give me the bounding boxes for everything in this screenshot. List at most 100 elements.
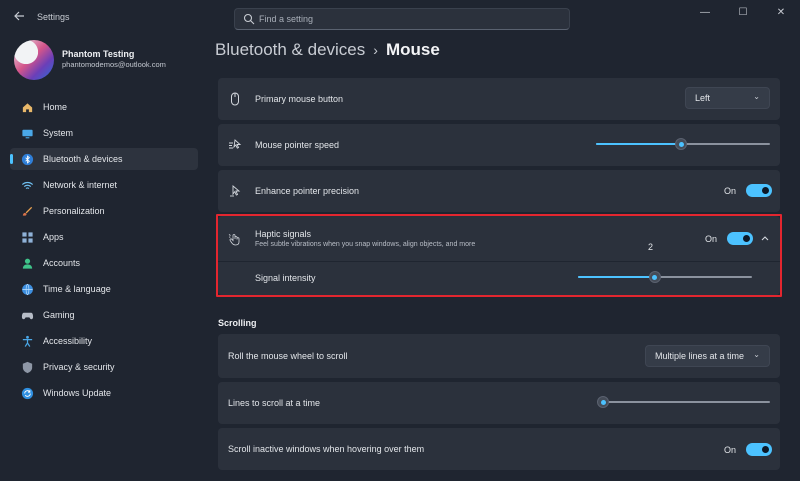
- toggle-knob: [762, 187, 770, 194]
- divider: [218, 261, 780, 262]
- scroll-inactive-toggle-group: On: [724, 443, 773, 456]
- title-bar: Settings — ☐ ✕: [0, 0, 800, 36]
- sidebar-item-label: Home: [43, 102, 68, 112]
- sidebar-item-system[interactable]: System: [10, 122, 198, 144]
- setting-label: Signal intensity: [255, 273, 316, 283]
- search-input[interactable]: [259, 11, 559, 27]
- haptic-toggle[interactable]: [727, 232, 754, 245]
- slider-track: [598, 401, 770, 403]
- sidebar-item-bluetooth[interactable]: Bluetooth & devices: [10, 148, 198, 170]
- sidebar-item-label: Accounts: [43, 258, 81, 268]
- setting-scroll-inactive-windows: Scroll inactive windows when hovering ov…: [218, 428, 780, 470]
- sidebar-item-time-language[interactable]: Time & language: [10, 278, 198, 300]
- sidebar-item-label: Privacy & security: [43, 362, 115, 372]
- roll-wheel-dropdown[interactable]: Multiple lines at a time ⌄: [645, 345, 770, 367]
- sidebar-item-privacy[interactable]: Privacy & security: [10, 356, 198, 378]
- section-title-scrolling: Scrolling: [218, 318, 257, 328]
- back-button[interactable]: [10, 10, 28, 26]
- sidebar-item-label: Windows Update: [43, 388, 112, 398]
- sidebar-item-label: Network & internet: [43, 180, 118, 190]
- sidebar-item-gaming[interactable]: Gaming: [10, 304, 198, 326]
- setting-label: Roll the mouse wheel to scroll: [228, 351, 348, 361]
- time-language-icon: [20, 282, 34, 296]
- sidebar-item-windows-update[interactable]: Windows Update: [10, 382, 198, 404]
- network-icon: [20, 178, 34, 192]
- sidebar-item-label: Bluetooth & devices: [43, 154, 123, 164]
- primary-button-dropdown[interactable]: Left ⌄: [685, 87, 770, 109]
- setting-roll-mouse-wheel: Roll the mouse wheel to scroll Multiple …: [218, 334, 780, 378]
- sidebar-item-network[interactable]: Network & internet: [10, 174, 198, 196]
- lines-to-scroll-slider[interactable]: [597, 396, 770, 408]
- sidebar-item-label: Personalization: [43, 206, 105, 216]
- setting-primary-mouse-button: Primary mouse button Left ⌄: [218, 78, 780, 120]
- setting-description: Feel subtle vibrations when you snap win…: [255, 241, 476, 248]
- sidebar-item-personalization[interactable]: Personalization: [10, 200, 198, 222]
- signal-intensity-slider[interactable]: [578, 271, 752, 283]
- accounts-icon: [20, 256, 34, 270]
- slider-fill: [596, 143, 682, 145]
- apps-icon: [20, 230, 34, 244]
- setting-label: Lines to scroll at a time: [228, 398, 321, 408]
- dropdown-value: Left: [695, 93, 711, 103]
- pointer-precision-toggle-group: On: [724, 184, 773, 197]
- setting-pointer-speed: Mouse pointer speed: [218, 124, 780, 166]
- slider-thumb[interactable]: [597, 396, 610, 408]
- avatar: [14, 40, 54, 80]
- pointer-speed-icon: [229, 139, 242, 149]
- sidebar-item-label: Apps: [43, 232, 64, 242]
- setting-label: Mouse pointer speed: [255, 140, 340, 150]
- setting-label: Haptic signals: [255, 229, 312, 239]
- home-icon: [20, 100, 34, 114]
- sidebar-item-label: System: [43, 128, 74, 138]
- windows-update-icon: [20, 386, 34, 400]
- toggle-state: On: [705, 233, 718, 244]
- sidebar-item-apps[interactable]: Apps: [10, 226, 198, 248]
- sidebar-nav: Home System Bluetooth & devices Network …: [10, 96, 198, 408]
- toggle-knob: [762, 446, 770, 453]
- app-title: Settings: [37, 12, 70, 22]
- minimize-button[interactable]: —: [686, 0, 724, 26]
- chevron-down-icon: ⌄: [753, 350, 760, 359]
- maximize-button[interactable]: ☐: [724, 0, 762, 26]
- pointer-precision-toggle[interactable]: [746, 184, 773, 197]
- breadcrumb-separator: ›: [373, 42, 378, 58]
- chevron-down-icon: ⌄: [753, 92, 760, 101]
- pointer-precision-icon: [230, 185, 241, 197]
- page-title: Mouse: [385, 40, 440, 59]
- toggle-state: On: [724, 185, 737, 196]
- system-icon: [20, 126, 34, 140]
- slider-value-tooltip: 2: [648, 242, 654, 252]
- back-arrow-icon: [14, 11, 24, 21]
- personalization-icon: [20, 204, 34, 218]
- close-button[interactable]: ✕: [762, 0, 800, 26]
- setting-label: Scroll inactive windows when hovering ov…: [228, 444, 425, 454]
- breadcrumb-parent[interactable]: Bluetooth & devices: [215, 40, 365, 59]
- window-controls: — ☐ ✕: [686, 0, 800, 26]
- haptic-hand-icon: [228, 234, 240, 246]
- search-box[interactable]: [234, 8, 570, 30]
- slider-thumb[interactable]: [648, 271, 661, 283]
- slider-thumb[interactable]: [675, 138, 688, 150]
- profile-name: Phantom Testing: [62, 49, 135, 59]
- slider-fill: [578, 276, 655, 278]
- scroll-inactive-toggle[interactable]: [746, 443, 773, 456]
- setting-lines-to-scroll: Lines to scroll at a time: [218, 382, 780, 424]
- toggle-knob: [743, 235, 751, 242]
- setting-label: Primary mouse button: [255, 94, 344, 104]
- privacy-icon: [20, 360, 34, 374]
- sidebar-item-accounts[interactable]: Accounts: [10, 252, 198, 274]
- bluetooth-icon: [20, 152, 34, 166]
- accessibility-icon: [20, 334, 34, 348]
- chevron-up-icon[interactable]: [758, 231, 772, 245]
- toggle-state: On: [724, 444, 737, 455]
- sidebar-item-label: Time & language: [43, 284, 111, 294]
- dropdown-value: Multiple lines at a time: [655, 351, 745, 361]
- sidebar-item-accessibility[interactable]: Accessibility: [10, 330, 198, 352]
- sidebar-item-home[interactable]: Home: [10, 96, 198, 118]
- search-icon: [243, 13, 255, 25]
- gaming-icon: [20, 308, 34, 322]
- pointer-speed-slider[interactable]: [596, 138, 770, 150]
- mouse-icon: [231, 92, 239, 106]
- setting-haptic-signals: Haptic signals Feel subtle vibrations wh…: [218, 216, 780, 295]
- haptic-toggle-group: On: [705, 232, 754, 245]
